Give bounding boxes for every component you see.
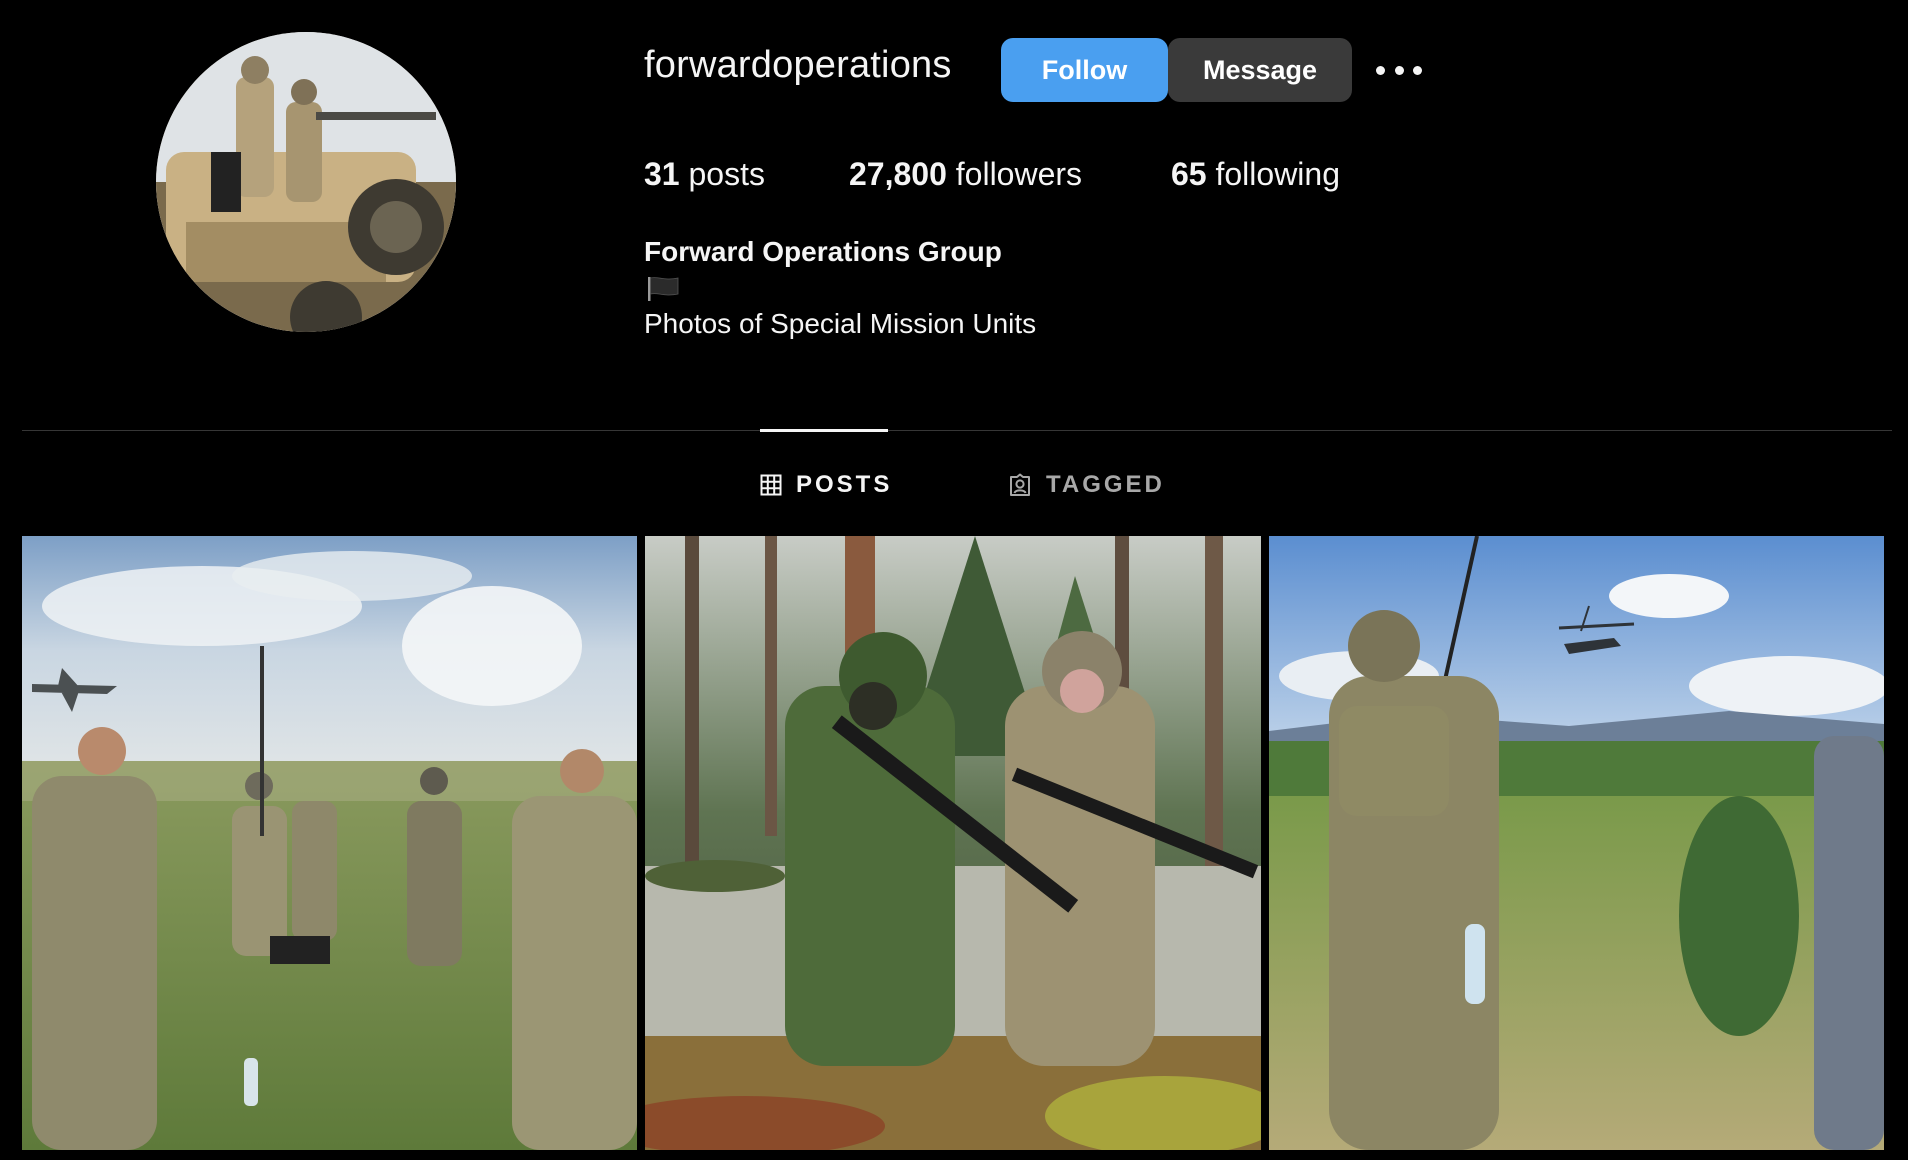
tagged-user-icon	[1010, 473, 1030, 496]
following-label: following	[1215, 156, 1340, 192]
followers-stat[interactable]: 27,800 followers	[849, 156, 1082, 193]
post-thumbnail[interactable]	[22, 536, 637, 1150]
profile-username: forwardoperations	[644, 44, 952, 86]
following-count: 65	[1171, 156, 1207, 192]
tab-tagged[interactable]: TAGGED	[1008, 468, 1165, 502]
grid-icon	[760, 474, 782, 496]
following-stat[interactable]: 65 following	[1171, 156, 1340, 193]
followers-count: 27,800	[849, 156, 947, 192]
more-dot	[1394, 65, 1404, 75]
message-button[interactable]: Message	[1168, 38, 1352, 102]
more-dot	[1413, 65, 1422, 75]
posts-count: 31	[644, 156, 680, 192]
black-flag-icon	[648, 277, 679, 301]
post-image-radio-helicopter	[1269, 536, 1884, 1150]
followers-label: followers	[955, 156, 1083, 192]
more-dot	[1376, 65, 1385, 75]
post-thumbnail[interactable]	[1269, 536, 1884, 1150]
active-tab-indicator	[760, 429, 888, 432]
more-options-icon[interactable]	[1376, 60, 1422, 80]
posts-stat: 31 posts	[644, 156, 765, 193]
tab-tagged-label: TAGGED	[1046, 471, 1165, 498]
follow-button[interactable]: Follow	[1001, 38, 1168, 102]
profile-avatar-image	[156, 32, 456, 332]
profile-full-name: Forward Operations Group	[644, 236, 1002, 267]
tab-posts-label: POSTS	[796, 471, 893, 498]
post-thumbnail[interactable]	[645, 536, 1261, 1150]
profile-avatar[interactable]	[156, 32, 456, 332]
tab-posts[interactable]: POSTS	[760, 468, 892, 502]
posts-label: posts	[688, 156, 765, 192]
tabs-divider	[22, 430, 1892, 431]
post-image-forest-soldiers	[645, 536, 1261, 1150]
post-image-field-aircraft	[22, 536, 637, 1150]
profile-bio: Photos of Special Mission Units	[644, 308, 1037, 339]
